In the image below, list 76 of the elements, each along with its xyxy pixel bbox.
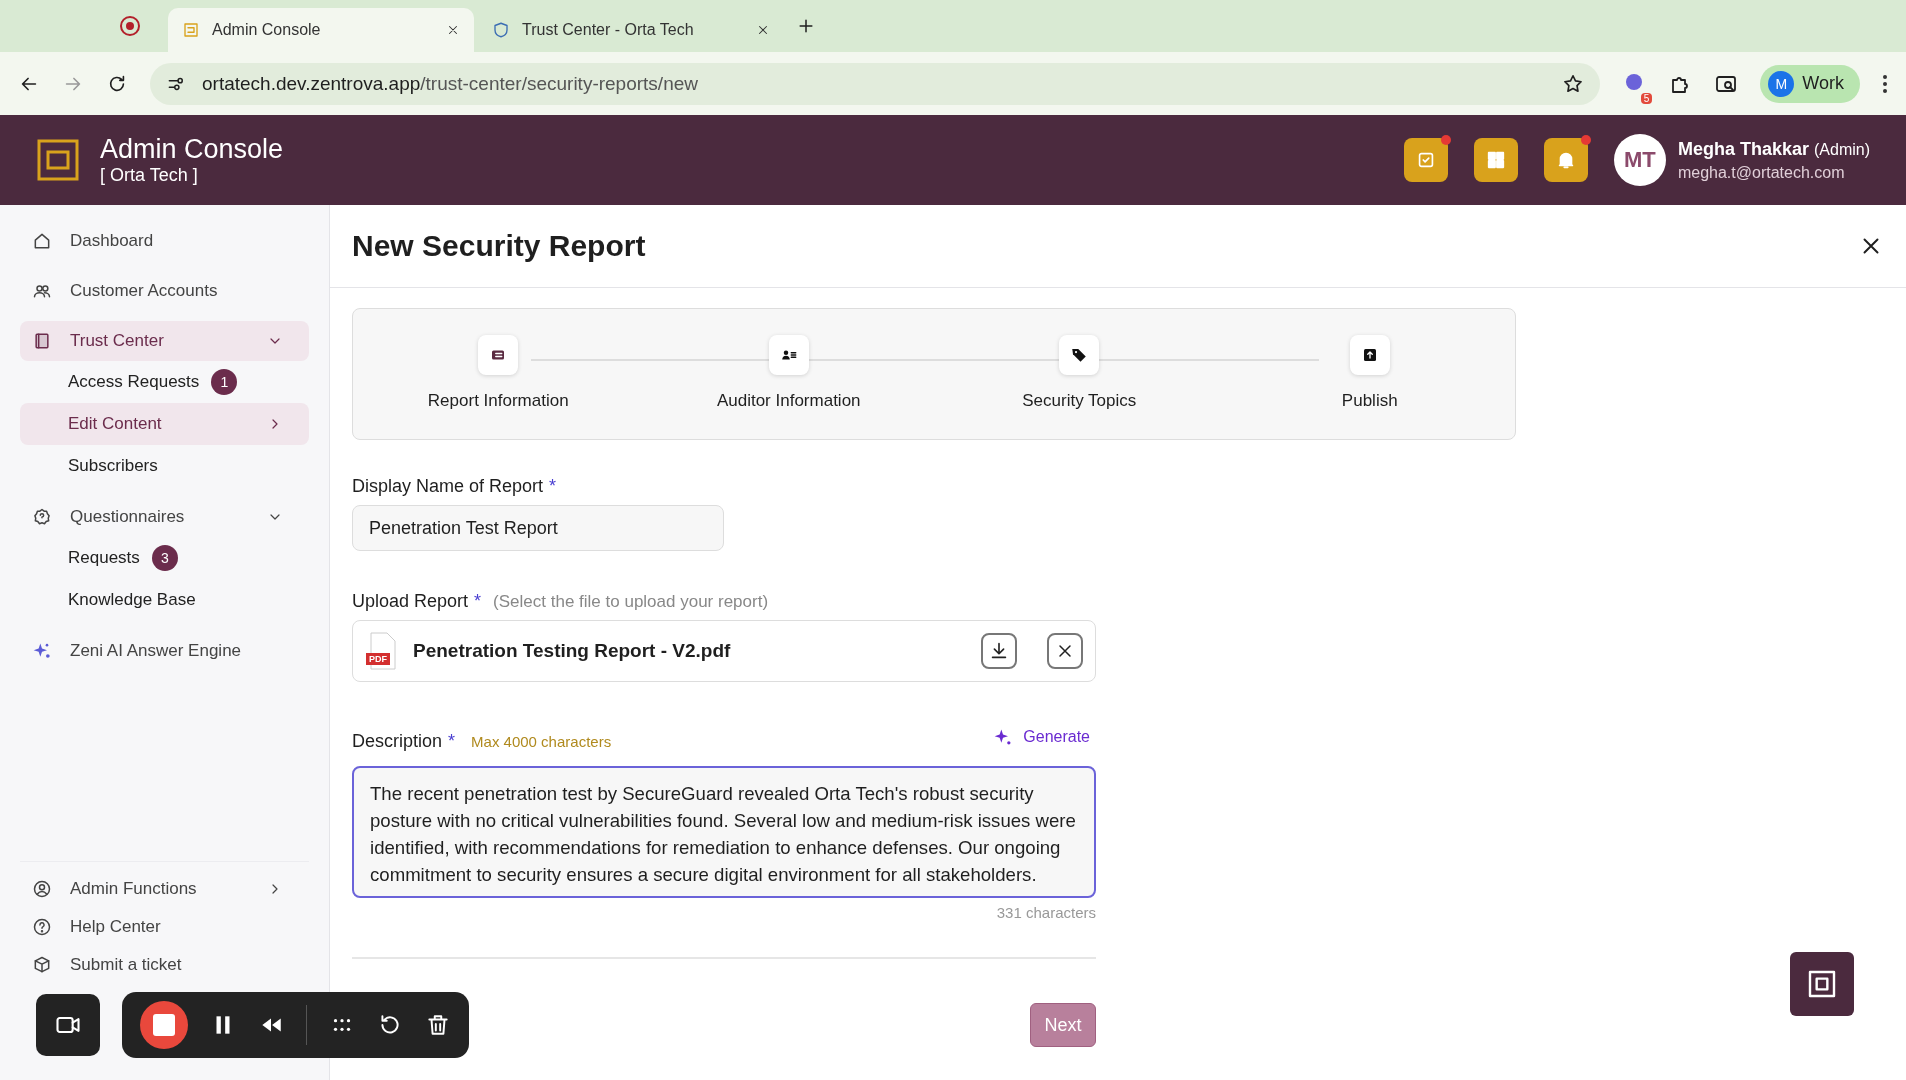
page-title: New Security Report [352, 229, 647, 263]
count-badge: 1 [211, 369, 238, 395]
logo-icon [182, 21, 200, 39]
tasks-button[interactable] [1403, 138, 1448, 182]
character-count: 331 characters [996, 904, 1096, 921]
browser-tab[interactable]: Trust Center - Orta Tech [478, 8, 784, 52]
remove-file-button[interactable] [1047, 633, 1083, 669]
field-label: Description [352, 731, 443, 752]
sidebar-item[interactable]: Submit a ticket [20, 946, 309, 984]
logo-icon [1806, 968, 1838, 1000]
app-title: Admin Console [100, 134, 284, 165]
sidebar-item[interactable]: Customer Accounts [20, 271, 309, 311]
user-email: megha.t@ortatech.com [1677, 163, 1846, 182]
required-mark: * [474, 591, 482, 612]
more-icon[interactable] [1882, 73, 1888, 94]
sidebar-subitem[interactable]: Access Requests 1 [20, 361, 309, 403]
input-field[interactable]: Penetration Test Report [352, 505, 724, 551]
sidebar-item[interactable]: Trust Center [20, 321, 309, 361]
step-badge[interactable] [478, 335, 519, 375]
profile-button[interactable]: M Work [1760, 64, 1860, 103]
stop-button[interactable] [140, 1001, 188, 1049]
apps-button[interactable] [1473, 138, 1518, 182]
address-bar[interactable]: ortatech.dev.zentrova.app/trust-center/security-reports/new [150, 62, 1601, 105]
browser-tab[interactable]: Admin Console [168, 8, 474, 52]
sparkle-icon [32, 641, 52, 661]
extension-badge: 5 [1640, 92, 1653, 104]
field-label: Display Name of Report [352, 476, 544, 497]
character-limit: Max 4000 characters [471, 733, 612, 750]
badge-icon [32, 507, 52, 527]
org-name: [ Orta Tech ] [100, 165, 199, 186]
sidebar-subitem[interactable]: Knowledge Base [20, 579, 309, 621]
step-label: Report Information [427, 391, 569, 411]
user-name: Megha Thakkar (Admin) [1677, 138, 1870, 160]
shield-icon [492, 21, 510, 39]
field-hint: (Select the file to upload your report) [493, 592, 769, 612]
recording-icon [120, 16, 140, 36]
step-badge[interactable] [1059, 335, 1100, 375]
tag-icon [1070, 346, 1089, 364]
sidebar-item[interactable]: Zeni AI Answer Engine [20, 631, 309, 671]
step-label: Auditor Information [716, 391, 861, 411]
download-button[interactable] [981, 633, 1017, 669]
user-circle-icon [32, 879, 52, 899]
sidebar-item[interactable]: Dashboard [20, 221, 309, 261]
package-icon [32, 955, 52, 975]
url-text: ortatech.dev.zentrova.app/trust-center/security-reports/new [202, 72, 699, 95]
home-icon [32, 231, 52, 251]
help-icon [32, 917, 52, 937]
sidebar-subitem[interactable]: Edit Content [20, 403, 309, 445]
notifications-button[interactable] [1543, 138, 1588, 182]
close-icon [756, 23, 770, 37]
step-badge[interactable] [1349, 335, 1390, 375]
sidebar-item[interactable]: Help Center [20, 908, 309, 946]
sidebar-item[interactable]: Admin Functions [20, 870, 309, 908]
count-badge: 3 [151, 545, 178, 571]
required-mark: * [549, 476, 557, 497]
sidebar-subitem[interactable]: Subscribers [20, 445, 309, 487]
step-label: Security Topics [1022, 391, 1137, 411]
field-label: Upload Report [352, 591, 469, 612]
user-avatar[interactable]: MT [1613, 134, 1666, 186]
notification-dot [1440, 135, 1451, 145]
logo-button[interactable] [1790, 952, 1854, 1016]
camera-button[interactable] [36, 994, 100, 1056]
notification-dot [1580, 135, 1591, 145]
book-icon [32, 331, 52, 351]
file-name: Penetration Testing Report - V2.pdf [413, 640, 732, 662]
step-badge[interactable] [768, 335, 809, 375]
generate-button[interactable]: Generate [987, 726, 1096, 748]
required-mark: * [448, 731, 456, 752]
trash-icon [425, 1012, 451, 1038]
sidebar-subitem[interactable]: Requests 3 [20, 537, 309, 579]
sidebar-item[interactable]: Questionnaires [20, 497, 309, 537]
close-icon [446, 23, 460, 37]
step-label: Publish [1341, 391, 1398, 411]
logo-icon [36, 138, 80, 182]
star-icon [1562, 72, 1585, 95]
description-field[interactable]: The recent penetration test by SecureGuard revealed Orta Tech's robust security posture with no critical vulnerabilities found. Several low and medium-risk issues were identified, with recommendations for remediation to enhance defenses. Our ongoing commitment to security ensures a secure digital environment for all stakeholders. [352, 766, 1096, 898]
